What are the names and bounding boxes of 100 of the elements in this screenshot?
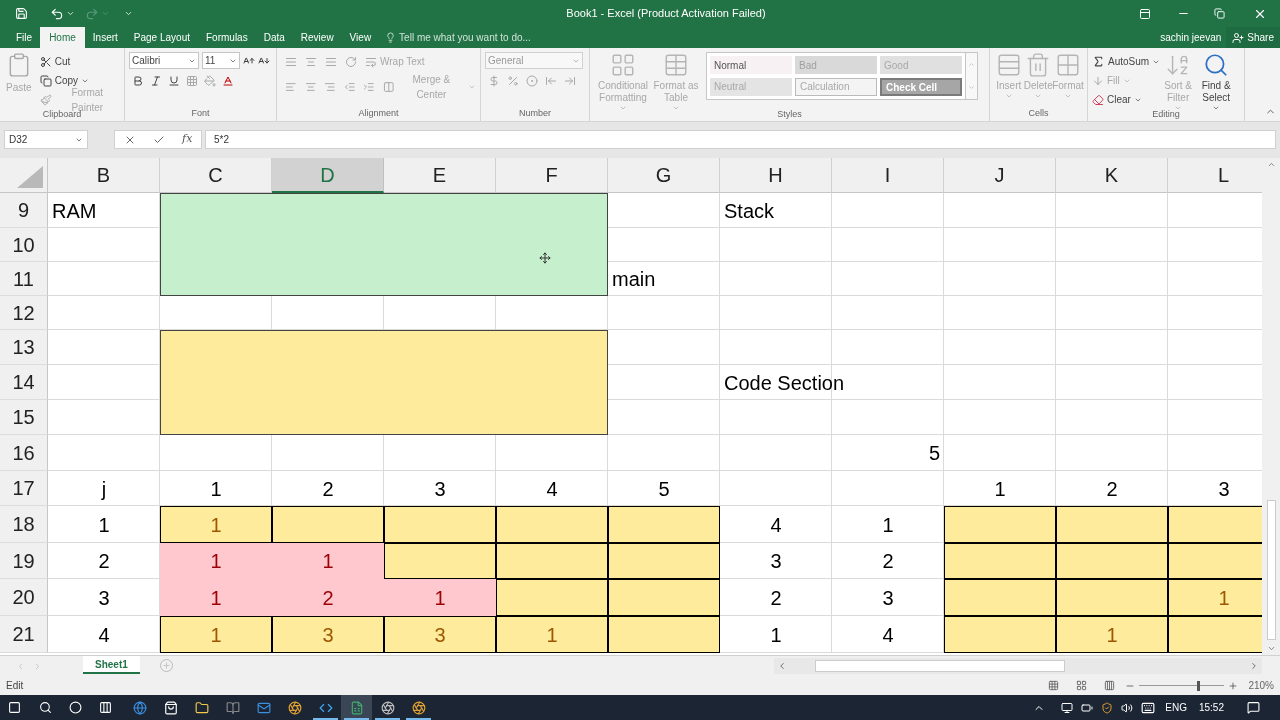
ribbon-tab[interactable]: Formulas: [198, 27, 256, 48]
zoom-slider[interactable]: [1139, 680, 1225, 691]
scroll-thumb[interactable]: [1266, 500, 1276, 640]
ribbon-tab[interactable]: File: [8, 27, 41, 48]
share-button[interactable]: Share: [1226, 27, 1280, 48]
sheet-cell[interactable]: 1: [160, 579, 272, 616]
font-name-field[interactable]: Calibri: [129, 52, 199, 69]
clock[interactable]: 15:52: [1198, 700, 1224, 715]
row-header[interactable]: 21: [0, 616, 48, 653]
sheet-cell[interactable]: 1: [496, 616, 608, 653]
zoom-in-icon[interactable]: [1228, 680, 1239, 691]
volume-icon[interactable]: [1121, 701, 1134, 714]
column-header[interactable]: H: [720, 158, 832, 193]
battery-icon[interactable]: [1081, 701, 1094, 714]
caret-icon[interactable]: [66, 9, 75, 18]
sheet-cell[interactable]: [944, 579, 1056, 616]
sheet-tab[interactable]: Sheet1: [83, 656, 140, 674]
network-icon[interactable]: [1061, 701, 1074, 714]
customize-icon[interactable]: [124, 9, 133, 18]
underline-icon[interactable]: [168, 75, 180, 87]
ribbon-tab[interactable]: Insert: [84, 27, 126, 48]
sheet-cell[interactable]: 1: [384, 579, 496, 616]
sheet-cell[interactable]: 1: [1168, 579, 1262, 616]
ribbon-display-icon[interactable]: [1139, 7, 1151, 20]
sheet-cell[interactable]: [1168, 506, 1262, 543]
row-header[interactable]: 9: [0, 193, 48, 228]
column-header[interactable]: I: [832, 158, 944, 193]
row-header[interactable]: 18: [0, 506, 48, 543]
column-header[interactable]: B: [48, 158, 160, 193]
column-header[interactable]: J: [944, 158, 1056, 193]
column-header[interactable]: G: [608, 158, 720, 193]
notifications-icon[interactable]: [1247, 701, 1260, 714]
name-box[interactable]: D32: [4, 130, 88, 149]
row-header[interactable]: 11: [0, 262, 48, 296]
row-header[interactable]: 16: [0, 435, 48, 471]
sheet-cell[interactable]: 1: [160, 543, 272, 579]
sheet-cell[interactable]: 1: [160, 616, 272, 653]
column-header[interactable]: C: [160, 158, 272, 193]
font-color-icon[interactable]: [222, 75, 234, 87]
search-icon[interactable]: [39, 701, 52, 714]
sheet-cell[interactable]: 1: [1056, 616, 1168, 653]
sheet-cell[interactable]: [608, 616, 720, 653]
ribbon-tab[interactable]: Home: [40, 27, 85, 48]
sheet-cell[interactable]: 1: [160, 506, 272, 543]
scroll-down-icon[interactable]: [1266, 644, 1276, 653]
column-header[interactable]: K: [1056, 158, 1168, 193]
language-indicator[interactable]: ENG: [1165, 700, 1187, 715]
bold-icon[interactable]: [132, 75, 144, 87]
sheet-cell[interactable]: 3: [384, 616, 496, 653]
sheet-cell[interactable]: [608, 543, 720, 579]
sheet-cell[interactable]: [1168, 543, 1262, 579]
sheet-cell[interactable]: [944, 616, 1056, 653]
row-header[interactable]: 15: [0, 400, 48, 435]
clear-button[interactable]: Clear: [1092, 90, 1161, 109]
sheet-cell[interactable]: [944, 543, 1056, 579]
start-icon[interactable]: [8, 701, 21, 714]
ribbon-tab[interactable]: Review: [292, 27, 342, 48]
grow-font-icon[interactable]: [243, 54, 255, 67]
ribbon-tab[interactable]: View: [341, 27, 380, 48]
sheet-cell[interactable]: [496, 506, 608, 543]
save-icon[interactable]: [15, 7, 28, 20]
find-select-button[interactable]: Find & Select: [1196, 52, 1237, 112]
cell-style-option[interactable]: Normal: [710, 56, 792, 74]
autosum-button[interactable]: AutoSum: [1092, 52, 1161, 71]
scroll-left-icon[interactable]: [777, 661, 787, 671]
column-header[interactable]: L: [1168, 158, 1262, 193]
undo-icon[interactable]: [50, 6, 64, 21]
scroll-thumb[interactable]: [815, 660, 1065, 672]
row-header[interactable]: 12: [0, 296, 48, 330]
sheet-cell[interactable]: 1: [272, 543, 384, 579]
sheet-cell[interactable]: [1056, 543, 1168, 579]
scroll-up-icon[interactable]: [1266, 160, 1276, 169]
page-break-icon[interactable]: [1104, 680, 1116, 691]
sheet-cell[interactable]: [384, 543, 496, 579]
sheet-cell[interactable]: [272, 506, 384, 543]
font-size-field[interactable]: 11: [202, 52, 240, 69]
ribbon-tab[interactable]: Data: [255, 27, 293, 48]
sheet-cell[interactable]: [384, 506, 496, 543]
row-header[interactable]: 17: [0, 471, 48, 506]
task-view-icon[interactable]: [99, 701, 112, 714]
row-header[interactable]: 14: [0, 365, 48, 400]
row-header[interactable]: 10: [0, 228, 48, 262]
italic-icon[interactable]: [150, 75, 162, 87]
sheet-cell[interactable]: 3: [272, 616, 384, 653]
user-name[interactable]: sachin jeevan: [1160, 27, 1222, 48]
tell-me-field[interactable]: Tell me what you want to do...: [385, 27, 531, 48]
sheet-cell[interactable]: 2: [272, 579, 384, 616]
keyboard-icon[interactable]: [1141, 700, 1156, 715]
sheet-cell[interactable]: [944, 506, 1056, 543]
sheet-cell[interactable]: [1056, 579, 1168, 616]
insert-function-button[interactable]: fx: [182, 131, 193, 148]
zoom-reading[interactable]: 210%: [1248, 678, 1274, 693]
column-header[interactable]: F: [496, 158, 608, 193]
page-layout-icon[interactable]: [1076, 680, 1088, 691]
shrink-font-icon[interactable]: [258, 54, 270, 67]
sheet-cell[interactable]: [1056, 506, 1168, 543]
shield-icon[interactable]: [1101, 701, 1114, 714]
circle-icon[interactable]: [69, 701, 82, 714]
cut-button[interactable]: Cut: [39, 52, 120, 71]
normal-view-icon[interactable]: [1048, 680, 1060, 691]
